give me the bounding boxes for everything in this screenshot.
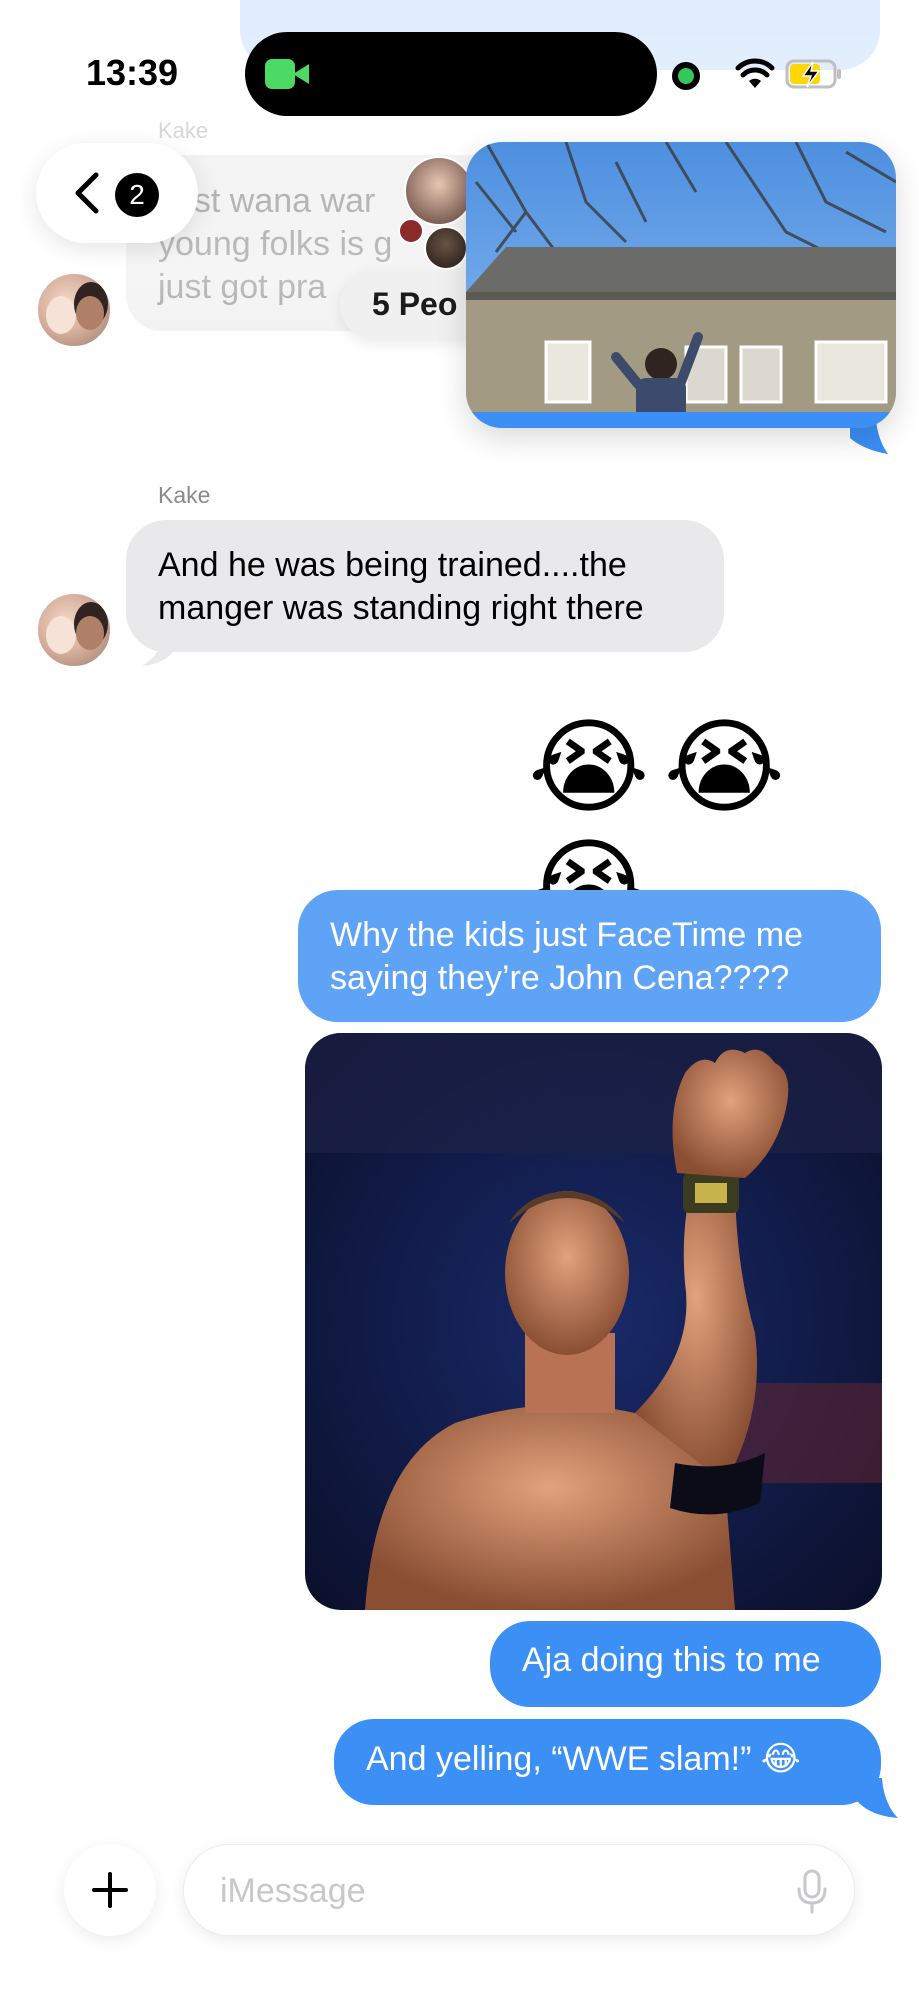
message-input[interactable]	[220, 1865, 740, 1917]
add-attachment-button[interactable]	[64, 1844, 156, 1936]
unread-count-badge: 2	[115, 173, 159, 217]
battery-charging-icon	[785, 59, 841, 89]
received-message-text: And he was being trained....the manger w…	[158, 546, 644, 627]
wrestler-waving-image	[305, 1033, 882, 1610]
avatar[interactable]	[36, 592, 112, 668]
group-avatars[interactable]	[398, 148, 476, 270]
faded-line-2: young folks is g	[158, 225, 393, 263]
message-input-field[interactable]	[183, 1844, 855, 1936]
sent-message-text: Aja doing this to me	[522, 1641, 821, 1679]
sent-message-bubble[interactable]: Why the kids just FaceTime me saying the…	[298, 890, 881, 1022]
received-message-bubble[interactable]: And he was being trained....the manger w…	[126, 520, 724, 652]
group-name: 5 Peo	[372, 286, 458, 322]
sent-message-bubble[interactable]: Aja doing this to me	[490, 1621, 881, 1707]
dynamic-island[interactable]	[245, 32, 657, 116]
video-camera-icon	[265, 59, 311, 89]
sent-message-text: And yelling, “WWE slam!” 😂	[366, 1740, 801, 1778]
chevron-left-icon	[75, 172, 99, 214]
wifi-icon	[735, 58, 775, 88]
sender-name: Kake	[158, 482, 211, 508]
back-button[interactable]: 2	[36, 143, 198, 243]
sent-image-attachment[interactable]	[305, 1033, 882, 1610]
faded-line-3: just got pra	[158, 268, 327, 306]
facetime-video-frame	[466, 142, 896, 428]
sent-message-text: Why the kids just FaceTime me saying the…	[330, 916, 803, 997]
avatar[interactable]	[36, 272, 112, 348]
status-time: 13:39	[86, 52, 179, 93]
faded-sender-name: Kake	[158, 118, 209, 143]
camera-in-use-indicator	[672, 62, 700, 90]
facetime-video-preview[interactable]	[466, 142, 896, 428]
microphone-icon[interactable]	[796, 1869, 828, 1915]
sent-message-bubble[interactable]: And yelling, “WWE slam!” 😂	[334, 1719, 881, 1805]
